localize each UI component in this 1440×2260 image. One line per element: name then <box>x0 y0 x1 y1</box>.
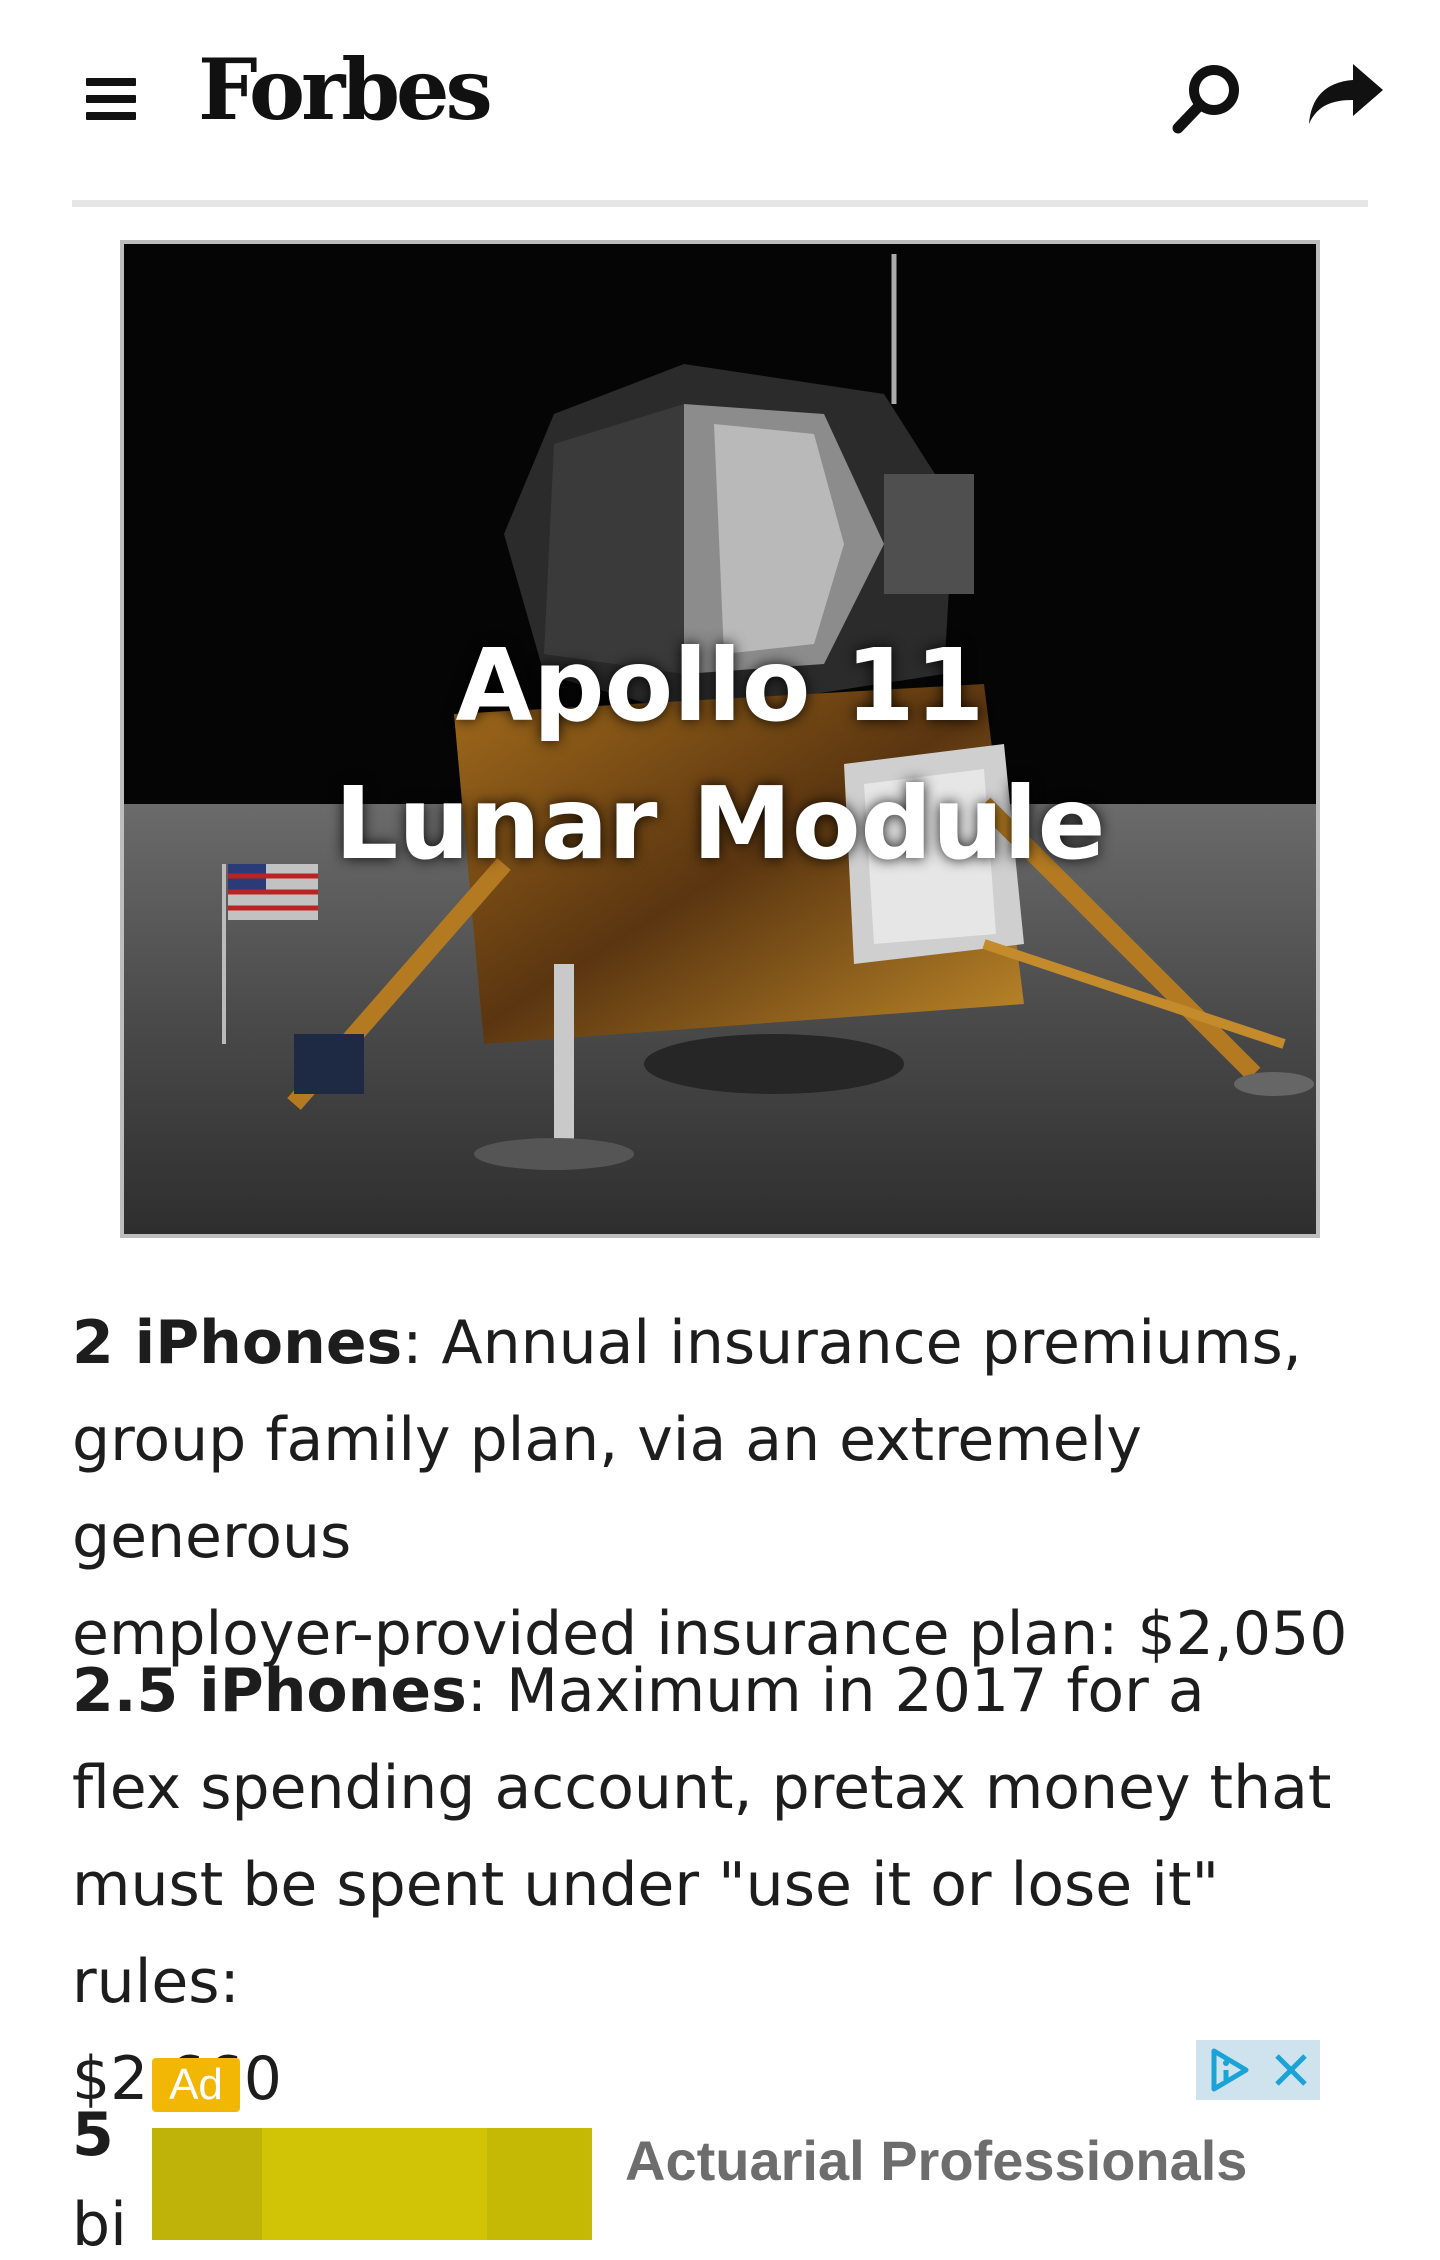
ad-headline[interactable]: Actuarial Professionals <box>625 2128 1247 2193</box>
hero-title-line2: Lunar Module <box>334 765 1106 882</box>
hero-image: Apollo 11 Lunar Module <box>120 240 1320 1238</box>
header-divider <box>72 200 1368 207</box>
forbes-logo[interactable]: Forbes <box>198 48 493 132</box>
paragraph-fragment-number: 5 <box>72 2100 114 2170</box>
share-arrow-icon[interactable] <box>1305 60 1385 130</box>
close-icon[interactable] <box>1271 2050 1311 2090</box>
hero-title-line1: Apollo 11 <box>455 627 985 744</box>
paragraph-line: : Annual insurance premiums, <box>402 1308 1302 1378</box>
article-paragraph: 2.5 iPhones: Maximum in 2017 for a flex … <box>72 1643 1372 2128</box>
hamburger-menu-icon[interactable] <box>86 78 136 120</box>
paragraph-fragment-text: bi <box>72 2190 127 2260</box>
article-paragraph: 2 iPhones: Annual insurance premiums, gr… <box>72 1295 1372 1683</box>
ad-badge: Ad <box>152 2058 240 2112</box>
site-header: Forbes <box>0 0 1440 207</box>
paragraph-line: flex spending account, pretax money that <box>72 1753 1332 1823</box>
adchoices-controls <box>1196 2040 1320 2100</box>
paragraph-lead: 2 iPhones <box>72 1308 403 1378</box>
paragraph-lead: 2.5 iPhones <box>72 1656 467 1726</box>
paragraph-line: : Maximum in 2017 for a <box>466 1656 1205 1726</box>
paragraph-line: must be spent under "use it or lose it" … <box>72 1850 1220 2017</box>
ad-image[interactable] <box>152 2128 592 2240</box>
adchoices-icon[interactable] <box>1206 2047 1252 2093</box>
paragraph-line: group family plan, via an extremely gene… <box>72 1405 1142 1572</box>
search-icon[interactable] <box>1168 58 1248 138</box>
